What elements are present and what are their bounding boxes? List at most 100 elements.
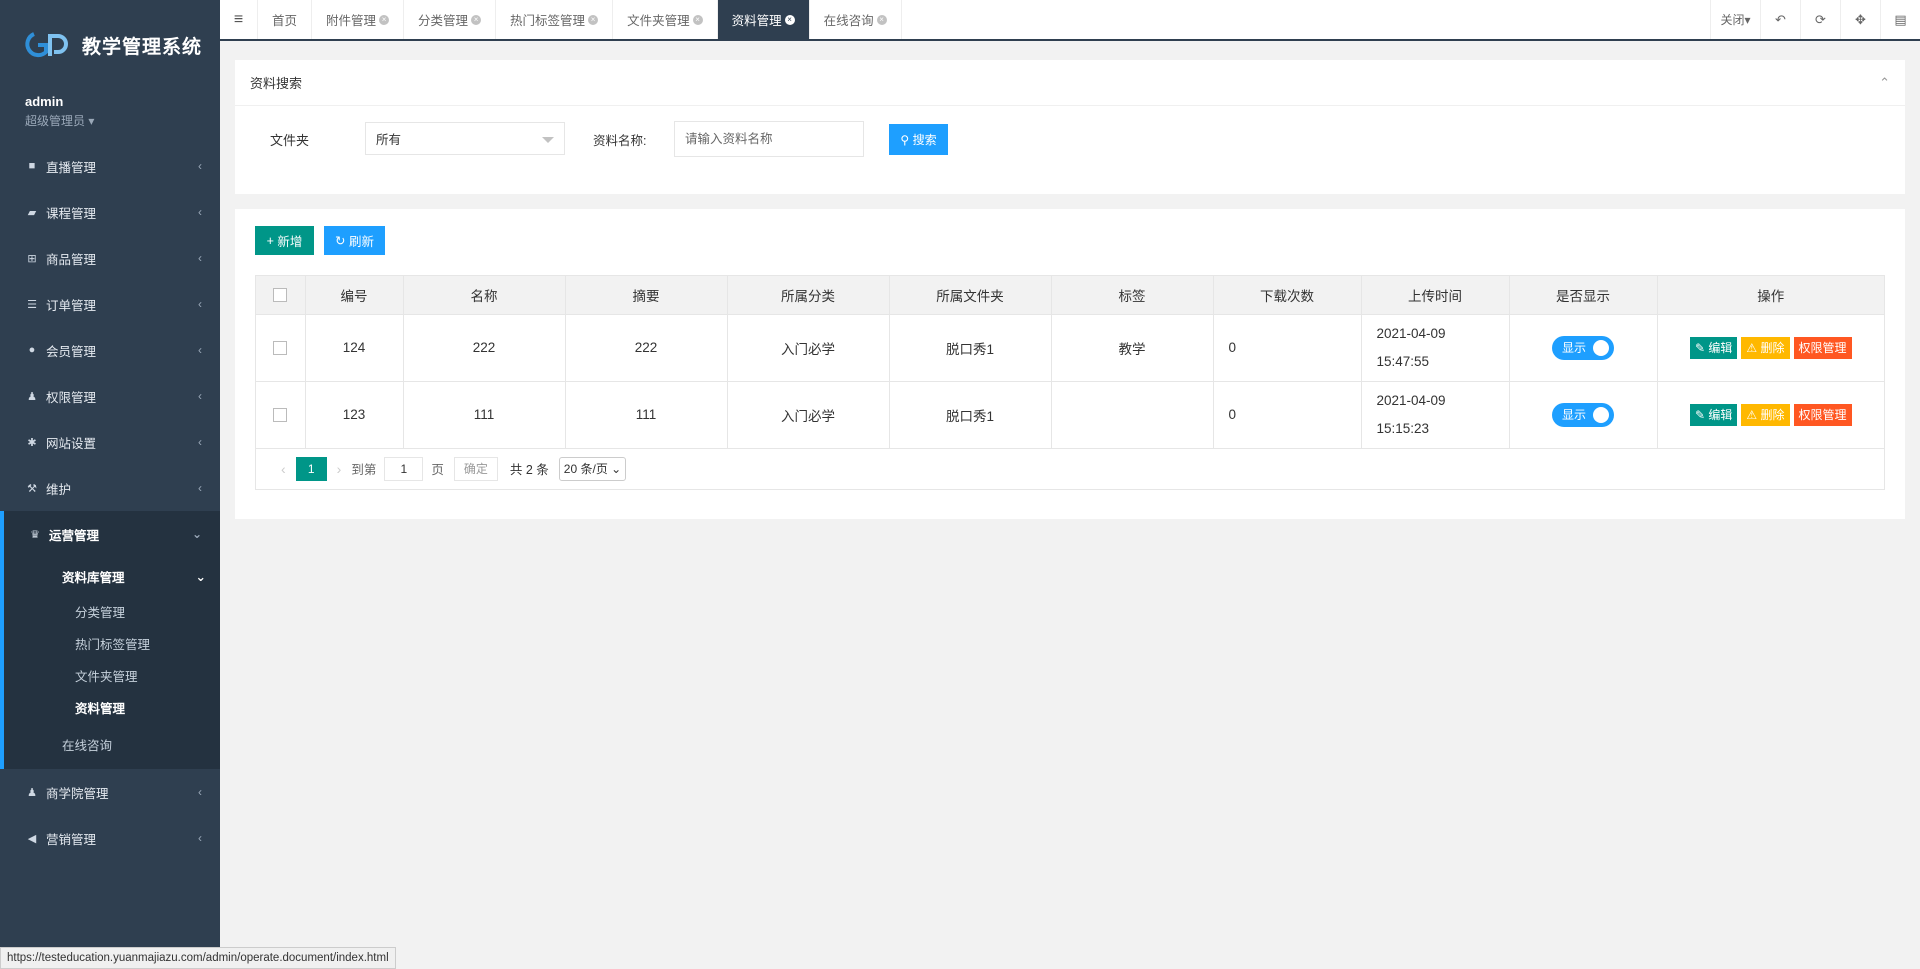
fullscreen-icon[interactable]: ✥ bbox=[1840, 0, 1880, 39]
visible-toggle[interactable]: 显示 bbox=[1552, 335, 1614, 360]
row-checkbox[interactable] bbox=[273, 341, 288, 356]
next-page-icon[interactable]: › bbox=[337, 461, 342, 477]
pagination: ‹ 1 › 到第 页 确定 共 2 条 20 条/页 ⌄ bbox=[256, 449, 1884, 489]
close-icon[interactable]: × bbox=[471, 14, 482, 25]
pencil-icon: ✎ bbox=[1694, 340, 1706, 355]
tab-home[interactable]: 首页 bbox=[258, 0, 313, 39]
folder-select[interactable]: 所有 bbox=[365, 122, 565, 155]
chevron-left-icon: ‹ bbox=[198, 205, 202, 219]
sidebar: 教学管理系统 admin 超级管理员 ▾ ■ 直播管理 ‹ ▰ 课程管理 ‹ ⊞ 商品管理… bbox=[0, 0, 220, 969]
sidebar-item-operation[interactable]: ♛ 运营管理 ⌄ bbox=[4, 511, 220, 557]
chevron-left-icon: ‹ bbox=[198, 435, 202, 449]
cell-downloads: 0 bbox=[1213, 381, 1362, 449]
close-tabs-dropdown[interactable]: 关闭 ▾ bbox=[1710, 0, 1760, 39]
close-icon[interactable]: × bbox=[876, 14, 887, 25]
sidebar-item-maintain[interactable]: ⚒ 维护 ‹ bbox=[0, 465, 220, 511]
tab-consult[interactable]: 在线咨询 × bbox=[810, 0, 902, 39]
cell-name: 222 bbox=[403, 314, 566, 382]
close-icon[interactable]: × bbox=[588, 14, 599, 25]
chevron-left-icon: ‹ bbox=[198, 297, 202, 311]
user-name: admin bbox=[25, 94, 64, 109]
edit-button[interactable]: ✎ 编辑 bbox=[1689, 336, 1738, 359]
sidebar-group-operation: ♛ 运营管理 ⌄ 资料库管理 ⌄ 分类管理 热门标签管理 文件夹管理 资料管理 在线咨… bbox=[0, 511, 220, 769]
tab-attachments[interactable]: 附件管理 × bbox=[312, 0, 405, 39]
delete-button[interactable]: ⚠ 删除 bbox=[1741, 403, 1790, 426]
col-header-category[interactable]: 所属分类 bbox=[727, 276, 890, 315]
col-header-actions: 操作 bbox=[1657, 276, 1884, 315]
megaphone-icon: ◀ bbox=[27, 832, 37, 845]
user-role-dropdown[interactable]: 超级管理员 ▾ bbox=[25, 112, 195, 129]
tab-hot-tags[interactable]: 热门标签管理 × bbox=[496, 0, 614, 39]
goto-page-input[interactable] bbox=[384, 456, 424, 481]
sidebar-subgroup-library[interactable]: 资料库管理 ⌄ bbox=[4, 557, 220, 595]
prev-page-icon[interactable]: ‹ bbox=[281, 461, 286, 477]
col-header-folder[interactable]: 所属文件夹 bbox=[889, 276, 1052, 315]
caret-down-icon: ▾ bbox=[88, 114, 95, 128]
page-size-select[interactable]: 20 条/页 ⌄ bbox=[558, 456, 627, 481]
tab-category[interactable]: 分类管理 × bbox=[404, 0, 497, 39]
cell-tag: 教学 bbox=[1051, 314, 1214, 382]
chevron-left-icon: ‹ bbox=[198, 389, 202, 403]
list-icon: ☰ bbox=[27, 298, 37, 311]
sidebar-item-documents[interactable]: 资料管理 bbox=[4, 691, 220, 723]
sidebar-item-folders[interactable]: 文件夹管理 bbox=[4, 659, 220, 691]
permission-button[interactable]: 权限管理 bbox=[1793, 336, 1852, 359]
chevron-up-icon[interactable]: ⌃ bbox=[1879, 75, 1890, 91]
warning-icon: ⚠ bbox=[1746, 340, 1758, 355]
brand-title: 教学管理系统 bbox=[82, 36, 203, 58]
col-header-upload-time[interactable]: 上传时间 bbox=[1361, 276, 1510, 315]
chevron-left-icon: ‹ bbox=[198, 251, 202, 265]
col-header-id[interactable]: 编号 bbox=[305, 276, 404, 315]
tab-folders[interactable]: 文件夹管理 × bbox=[613, 0, 718, 39]
chevron-down-icon: ⌄ bbox=[195, 569, 206, 584]
sidebar-item-marketing[interactable]: ◀ 营销管理 ‹ bbox=[0, 815, 220, 861]
permission-button[interactable]: 权限管理 bbox=[1793, 403, 1852, 426]
back-icon[interactable]: ↶ bbox=[1760, 0, 1800, 39]
edit-button[interactable]: ✎ 编辑 bbox=[1689, 403, 1738, 426]
menu-toggle-icon[interactable]: ≡ bbox=[220, 0, 258, 39]
search-button[interactable]: ⚲ 搜索 bbox=[889, 124, 948, 155]
visible-toggle[interactable]: 显示 bbox=[1552, 402, 1614, 427]
col-header-name[interactable]: 名称 bbox=[403, 276, 566, 315]
sidebar-item-order[interactable]: ☰ 订单管理 ‹ bbox=[0, 281, 220, 327]
brand[interactable]: 教学管理系统 bbox=[0, 0, 220, 90]
search-panel-header: 资料搜索 ⌃ bbox=[235, 60, 1905, 106]
search-form: 文件夹 所有 资料名称: ⚲ 搜索 bbox=[235, 106, 1905, 194]
page-current[interactable]: 1 bbox=[295, 456, 327, 481]
theme-icon[interactable]: ▤ bbox=[1880, 0, 1920, 39]
sidebar-item-category[interactable]: 分类管理 bbox=[4, 595, 220, 627]
sidebar-item-member[interactable]: ● 会员管理 ‹ bbox=[0, 327, 220, 373]
sidebar-item-goods[interactable]: ⊞ 商品管理 ‹ bbox=[0, 235, 220, 281]
col-header-summary[interactable]: 摘要 bbox=[565, 276, 728, 315]
select-all-checkbox[interactable] bbox=[273, 288, 288, 303]
tab-documents[interactable]: 资料管理 × bbox=[717, 0, 810, 39]
refresh-icon: ↻ bbox=[335, 234, 346, 248]
close-icon[interactable]: × bbox=[379, 14, 390, 25]
sidebar-item-live[interactable]: ■ 直播管理 ‹ bbox=[0, 143, 220, 189]
search-panel: 资料搜索 ⌃ 文件夹 所有 资料名称: ⚲ 搜索 bbox=[235, 60, 1905, 194]
add-button[interactable]: + 新增 bbox=[255, 226, 314, 255]
delete-button[interactable]: ⚠ 删除 bbox=[1741, 336, 1790, 359]
refresh-button[interactable]: ↻ 刷新 bbox=[324, 226, 385, 255]
sidebar-item-business-school[interactable]: ♟ 商学院管理 ‹ bbox=[0, 769, 220, 815]
col-header-downloads[interactable]: 下载次数 bbox=[1213, 276, 1362, 315]
refresh-icon[interactable]: ⟳ bbox=[1800, 0, 1840, 39]
col-header-tag[interactable]: 标签 bbox=[1051, 276, 1214, 315]
row-checkbox[interactable] bbox=[273, 408, 288, 423]
doc-name-input[interactable] bbox=[674, 121, 864, 157]
sidebar-item-consult[interactable]: 在线咨询 bbox=[4, 723, 220, 765]
sidebar-item-site-settings[interactable]: ✱ 网站设置 ‹ bbox=[0, 419, 220, 465]
chevron-left-icon: ‹ bbox=[198, 481, 202, 495]
goto-confirm-button[interactable]: 确定 bbox=[453, 456, 498, 481]
col-header-visible[interactable]: 是否显示 bbox=[1509, 276, 1658, 315]
search-icon: ⚲ bbox=[900, 132, 910, 147]
close-icon[interactable]: × bbox=[784, 14, 795, 25]
sidebar-item-permission[interactable]: ♟ 权限管理 ‹ bbox=[0, 373, 220, 419]
logo-icon bbox=[25, 32, 68, 58]
wrench-icon: ⚒ bbox=[27, 482, 37, 495]
sidebar-item-course[interactable]: ▰ 课程管理 ‹ bbox=[0, 189, 220, 235]
cell-folder: 脱口秀1 bbox=[889, 314, 1052, 382]
sidebar-item-hot-tags[interactable]: 热门标签管理 bbox=[4, 627, 220, 659]
close-icon[interactable]: × bbox=[692, 14, 703, 25]
cell-tag bbox=[1051, 381, 1214, 449]
